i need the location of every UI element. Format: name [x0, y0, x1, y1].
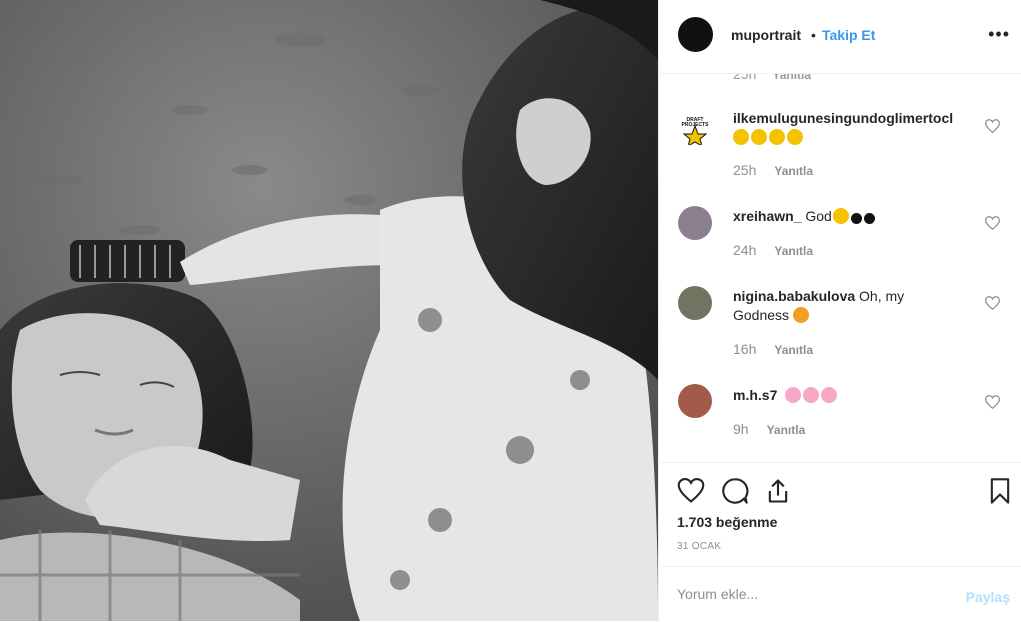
- post-date[interactable]: 31 OCAK: [677, 541, 721, 552]
- author-avatar[interactable]: [678, 17, 713, 52]
- commenter-username[interactable]: nigina.babakulova: [733, 288, 855, 304]
- separator-dot: •: [811, 27, 816, 43]
- comment-input[interactable]: [677, 586, 937, 602]
- cherry-blossom-emoji: [821, 387, 838, 403]
- likes-count[interactable]: 1.703 beğenme: [677, 514, 777, 530]
- comment-text: xreihawn_ God: [733, 207, 973, 226]
- like-comment-icon[interactable]: [985, 296, 1000, 310]
- comment-text: ilkemulugunesingundoglimertocl: [733, 109, 973, 147]
- heart-eyes-emoji: [787, 129, 803, 145]
- heart-eyes-emoji: [733, 129, 749, 145]
- post-sidebar: muportrait • Takip Et ••• 25h Yanıtla DRA…: [658, 0, 1021, 621]
- comments-list[interactable]: 25h Yanıtla DRAFT PROJECTS ilkemulugunesi…: [659, 74, 1021, 462]
- like-comment-icon[interactable]: [985, 119, 1000, 133]
- commenter-username[interactable]: m.h.s7: [733, 387, 777, 403]
- comment-meta: 16h Yanıtla: [733, 341, 813, 357]
- comment-time: 25h: [733, 74, 757, 82]
- reply-button[interactable]: Yanıtla: [774, 343, 813, 357]
- commenter-username[interactable]: ilkemulugunesingundoglimertocl: [733, 110, 953, 126]
- reply-button[interactable]: Yanıtla: [774, 244, 813, 258]
- heart-eyes-cat-emoji: [792, 307, 809, 323]
- comment-time: 25h: [733, 162, 757, 178]
- bookmark-icon[interactable]: [986, 477, 1014, 505]
- comment-meta: 25h Yanıtla: [733, 162, 813, 178]
- comment-text: m.h.s7: [733, 386, 973, 405]
- post-comment-button[interactable]: Paylaş: [966, 589, 1010, 605]
- heart-eyes-emoji: [751, 129, 767, 145]
- heart-icon[interactable]: [677, 477, 705, 505]
- heart-eyes-emoji: [769, 129, 785, 145]
- cherry-blossom-emoji: [803, 387, 820, 403]
- commenter-avatar[interactable]: [678, 384, 712, 418]
- like-comment-icon[interactable]: [985, 216, 1000, 230]
- reply-button[interactable]: Yanıtla: [772, 74, 811, 82]
- black-heart-emoji: [850, 213, 862, 224]
- add-comment-bar: Paylaş: [659, 566, 1021, 622]
- post-header: muportrait • Takip Et •••: [659, 0, 1021, 74]
- crying-emoji: [832, 208, 849, 224]
- post-photo[interactable]: [0, 0, 658, 621]
- commenter-avatar[interactable]: DRAFT PROJECTS: [678, 112, 712, 146]
- more-options-icon[interactable]: •••: [988, 24, 1010, 45]
- comment-meta: 24h Yanıtla: [733, 242, 813, 258]
- cherry-blossom-emoji: [785, 387, 802, 403]
- commenter-username[interactable]: xreihawn_: [733, 208, 801, 224]
- comment-time: 16h: [733, 341, 757, 357]
- black-heart-emoji: [863, 213, 875, 224]
- share-icon[interactable]: [764, 477, 792, 505]
- partial-comment-meta: 25h Yanıtla: [733, 74, 811, 82]
- reply-button[interactable]: Yanıtla: [774, 164, 813, 178]
- comment-time: 24h: [733, 242, 757, 258]
- like-comment-icon[interactable]: [985, 395, 1000, 409]
- comment-meta: 9h Yanıtla: [733, 421, 805, 437]
- follow-button[interactable]: Takip Et: [822, 27, 875, 43]
- author-username[interactable]: muportrait: [731, 27, 801, 43]
- action-bar: [659, 462, 1021, 513]
- comment-text: nigina.babakulova Oh, my Godness: [733, 287, 933, 325]
- reply-button[interactable]: Yanıtla: [767, 423, 806, 437]
- commenter-avatar[interactable]: [678, 206, 712, 240]
- comment-time: 9h: [733, 421, 749, 437]
- photo-image: [0, 0, 658, 621]
- comment-icon[interactable]: [721, 477, 749, 505]
- commenter-avatar[interactable]: [678, 286, 712, 320]
- comment-body: God: [805, 208, 832, 224]
